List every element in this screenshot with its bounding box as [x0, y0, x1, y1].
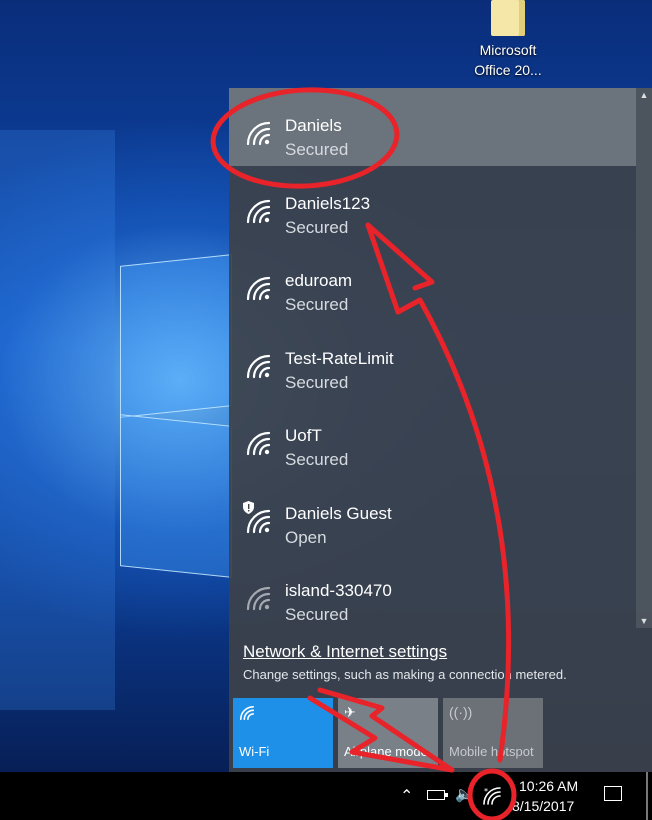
- show-desktop-button[interactable]: [646, 772, 648, 820]
- wifi-toggle-label: Wi-Fi: [239, 744, 270, 759]
- network-status: Secured: [285, 140, 349, 159]
- wifi-icon: [246, 354, 271, 378]
- wifi-icon: [246, 276, 271, 301]
- wifi-icon: [246, 431, 271, 456]
- network-item-test-ratelimit[interactable]: Test-RateLimit Secured: [229, 321, 636, 399]
- taskbar: ⌃ 🔈 * 10:26 AM 8/15/2017: [0, 772, 652, 820]
- network-name: UofT: [285, 426, 322, 445]
- desktop-icon-office[interactable]: Microsoft Office 20...: [468, 0, 548, 80]
- battery-icon[interactable]: [427, 790, 448, 800]
- network-name: island-330470: [285, 581, 392, 600]
- network-name: Daniels: [285, 116, 342, 135]
- mobile-hotspot-button[interactable]: ((·)) Mobile hotspot: [443, 698, 543, 768]
- airplane-icon: ✈: [344, 704, 356, 720]
- network-flyout: Daniels Secured Daniels123 Secured eduro…: [229, 88, 652, 772]
- wifi-icon: [246, 199, 271, 223]
- network-status: Secured: [285, 217, 349, 237]
- mobile-hotspot-label: Mobile hotspot: [449, 744, 534, 759]
- network-settings-description: Change settings, such as making a connec…: [243, 667, 567, 682]
- network-name: eduroam: [285, 271, 353, 290]
- network-settings-link[interactable]: Network & Internet settings: [243, 642, 447, 662]
- folder-icon: [491, 0, 525, 36]
- network-status: Secured: [285, 450, 349, 469]
- airplane-mode-label: Airplane mode: [344, 744, 428, 759]
- wifi-icon: [246, 121, 271, 146]
- network-list-scrollbar[interactable]: ▲ ▼: [636, 88, 652, 628]
- wifi-icon: [246, 509, 271, 533]
- wifi-icon: [239, 705, 255, 721]
- hotspot-icon: ((·)): [449, 704, 473, 720]
- clock-time[interactable]: 10:26 AM: [519, 778, 578, 794]
- wifi-toggle-button[interactable]: Wi-Fi: [233, 698, 333, 768]
- network-item-daniels[interactable]: Daniels Secured: [229, 88, 636, 166]
- wallpaper-pane: [120, 414, 232, 578]
- network-item-daniels-guest[interactable]: Daniels Guest Open: [229, 476, 636, 554]
- svg-text:*: *: [484, 787, 488, 796]
- network-item-daniels123[interactable]: Daniels123 Secured: [229, 166, 636, 244]
- network-item-uoft[interactable]: UofT Secured: [229, 398, 636, 476]
- network-item-island[interactable]: island-330470 Secured: [229, 553, 636, 628]
- network-name: Daniels123: [285, 193, 371, 213]
- volume-icon[interactable]: 🔈: [455, 785, 474, 803]
- network-status: Open: [285, 527, 327, 547]
- network-list: Daniels Secured Daniels123 Secured eduro…: [229, 88, 636, 628]
- clock-date[interactable]: 8/15/2017: [512, 798, 574, 814]
- desktop-icon-label: Microsoft Office 20...: [474, 42, 542, 78]
- chevron-up-icon[interactable]: ⌃: [400, 786, 413, 806]
- network-item-eduroam[interactable]: eduroam Secured: [229, 243, 636, 321]
- network-status: Secured: [285, 295, 349, 314]
- network-status: Secured: [285, 605, 349, 624]
- network-name: Test-RateLimit: [285, 348, 394, 368]
- wallpaper-pane: [120, 254, 232, 418]
- airplane-mode-button[interactable]: ✈ Airplane mode: [338, 698, 438, 768]
- wallpaper-light: [0, 130, 115, 710]
- network-status: Secured: [285, 372, 349, 392]
- tray-wifi-icon[interactable]: *: [482, 786, 502, 806]
- scroll-down-icon[interactable]: ▼: [636, 614, 652, 628]
- notification-icon[interactable]: [604, 786, 622, 801]
- wifi-weak-icon: [246, 586, 271, 611]
- scroll-up-icon[interactable]: ▲: [636, 88, 652, 102]
- network-name: Daniels Guest: [285, 503, 392, 523]
